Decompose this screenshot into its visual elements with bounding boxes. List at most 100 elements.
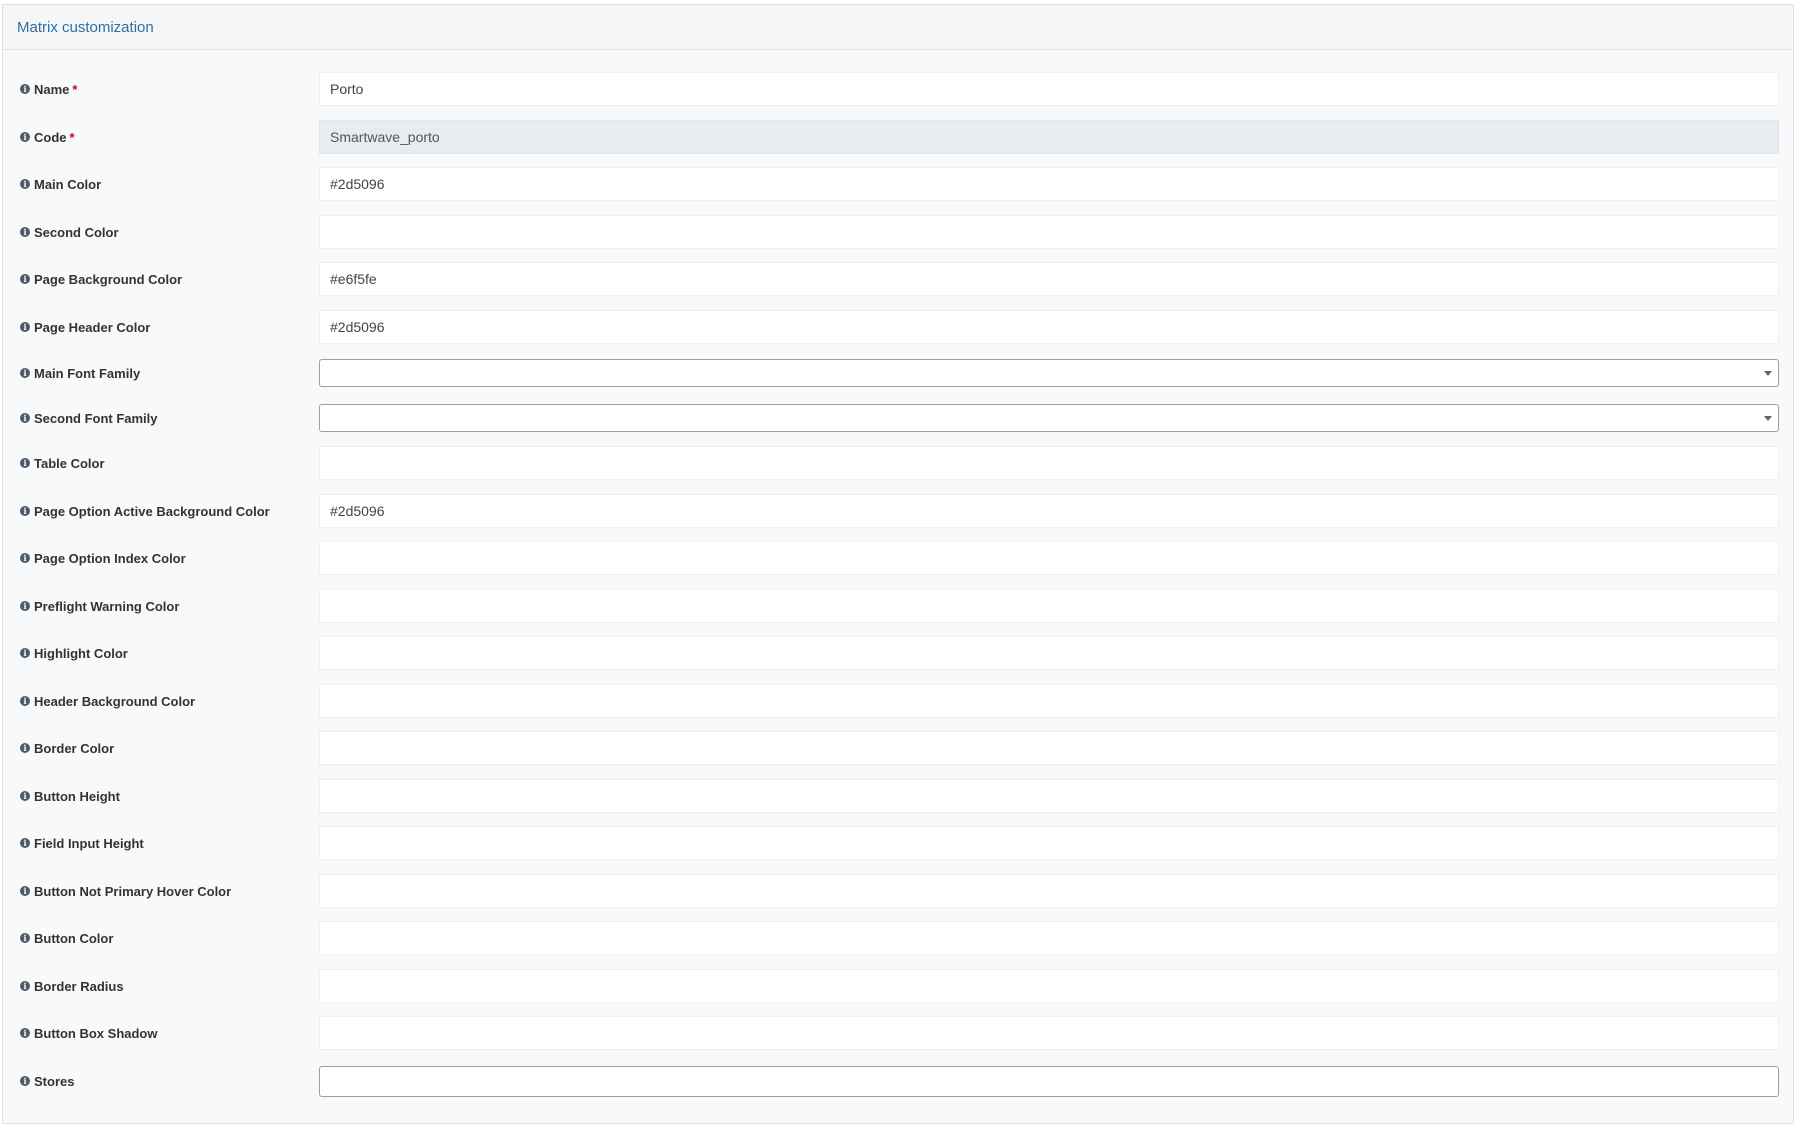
field-label-name: i Name * [20,72,77,106]
field-label-button-height: i Button Height [20,779,120,813]
label-text: Button Height [34,788,120,804]
field-input-height-input[interactable] [319,826,1779,860]
info-icon: i [20,84,30,94]
field-label-page-background-color: i Page Background Color [20,262,182,296]
second-color-input[interactable] [319,215,1779,249]
panel-title: Matrix customization [17,18,154,36]
field-label-page-header-color: i Page Header Color [20,310,150,344]
form-row-page-background-color: i Page Background Color #e6f5fe [3,262,1793,296]
form-row-stores: i Stores [3,1064,1793,1098]
form-row-button-box-shadow: i Button Box Shadow [3,1016,1793,1050]
info-icon: i [20,1028,30,1038]
form-row-highlight-color: i Highlight Color [3,636,1793,670]
info-icon: i [20,368,30,378]
main-color-input[interactable]: #2d5096 [319,167,1779,201]
label-text: Second Color [34,224,119,240]
info-icon: i [20,322,30,332]
label-text: Border Radius [34,978,124,994]
label-text: Main Font Family [34,365,141,381]
field-label-table-color: i Table Color [20,446,105,480]
info-icon: i [20,696,30,706]
button-not-primary-hover-color-input[interactable] [319,874,1779,908]
form-row-border-color: i Border Color [3,731,1793,765]
form-row-button-height: i Button Height [3,779,1793,813]
field-label-border-radius: i Border Radius [20,969,124,1003]
label-text: Page Background Color [34,271,183,287]
label-text: Second Font Family [34,410,158,426]
required-marker: * [72,81,78,97]
info-icon: i [20,838,30,848]
header-background-color-input[interactable] [319,684,1779,718]
label-text: Field Input Height [34,835,144,851]
button-box-shadow-input[interactable] [319,1016,1779,1050]
label-text: Code [34,129,67,145]
form-row-button-color: i Button Color [3,921,1793,955]
label-text: Page Option Active Background Color [34,503,270,519]
chevron-down-icon[interactable] [1764,416,1772,421]
form-row-code: i Code * Smartwave_porto [3,120,1793,154]
button-color-input[interactable] [319,921,1779,955]
info-icon: i [20,791,30,801]
field-label-preflight-warning-color: i Preflight Warning Color [20,589,179,623]
name-input[interactable]: Porto [319,72,1779,106]
field-label-stores: i Stores [20,1064,74,1098]
border-radius-input[interactable] [319,969,1779,1003]
table-color-input[interactable] [319,446,1779,480]
field-label-field-input-height: i Field Input Height [20,826,144,860]
form-row-table-color: i Table Color [3,446,1793,480]
field-label-header-background-color: i Header Background Color [20,684,195,718]
form-row-preflight-warning-color: i Preflight Warning Color [3,589,1793,623]
form-row-main-font-family: i Main Font Family [3,356,1793,390]
main-font-family-select[interactable] [319,359,1779,387]
label-text: Button Color [34,930,114,946]
form-row-page-option-active-background-color: i Page Option Active Background Color #2… [3,494,1793,528]
label-text: Main Color [34,176,102,192]
border-color-input[interactable] [319,731,1779,765]
info-icon: i [20,981,30,991]
info-icon: i [20,648,30,658]
matrix-customization-panel: Matrix customization i Name * Porto i Co… [2,4,1794,1124]
form-row-border-radius: i Border Radius [3,969,1793,1003]
second-font-family-select[interactable] [319,404,1779,432]
preflight-warning-color-input[interactable] [319,589,1779,623]
form-row-second-font-family: i Second Font Family [3,401,1793,435]
page-background-color-input[interactable]: #e6f5fe [319,262,1779,296]
info-icon: i [20,132,30,142]
label-text: Header Background Color [34,693,196,709]
highlight-color-input[interactable] [319,636,1779,670]
label-text: Table Color [34,455,105,471]
label-text: Border Color [34,740,115,756]
field-label-border-color: i Border Color [20,731,114,765]
field-label-highlight-color: i Highlight Color [20,636,128,670]
info-icon: i [20,458,30,468]
form-row-button-not-primary-hover-color: i Button Not Primary Hover Color [3,874,1793,908]
form-row-header-background-color: i Header Background Color [3,684,1793,718]
label-text: Button Box Shadow [34,1025,158,1041]
chevron-down-icon[interactable] [1764,371,1772,376]
info-icon: i [20,1076,30,1086]
label-text: Page Header Color [34,319,151,335]
info-icon: i [20,886,30,896]
field-label-second-font-family: i Second Font Family [20,401,158,435]
field-label-page-option-active-background-color: i Page Option Active Background Color [20,494,270,528]
info-icon: i [20,601,30,611]
info-icon: i [20,274,30,284]
form-row-second-color: i Second Color [3,215,1793,249]
info-icon: i [20,227,30,237]
page-header-color-input[interactable]: #2d5096 [319,310,1779,344]
page-option-index-color-input[interactable] [319,541,1779,575]
label-text: Preflight Warning Color [34,598,180,614]
button-height-input[interactable] [319,779,1779,813]
form-row-page-header-color: i Page Header Color #2d5096 [3,310,1793,344]
field-label-button-color: i Button Color [20,921,113,955]
info-icon: i [20,413,30,423]
stores-multiselect[interactable] [319,1066,1779,1097]
field-label-button-not-primary-hover-color: i Button Not Primary Hover Color [20,874,231,908]
field-label-main-font-family: i Main Font Family [20,356,140,390]
label-text: Stores [34,1073,75,1089]
label-text: Page Option Index Color [34,550,186,566]
page-option-active-background-color-input[interactable]: #2d5096 [319,494,1779,528]
field-label-button-box-shadow: i Button Box Shadow [20,1016,158,1050]
info-icon: i [20,506,30,516]
label-text: Highlight Color [34,645,128,661]
